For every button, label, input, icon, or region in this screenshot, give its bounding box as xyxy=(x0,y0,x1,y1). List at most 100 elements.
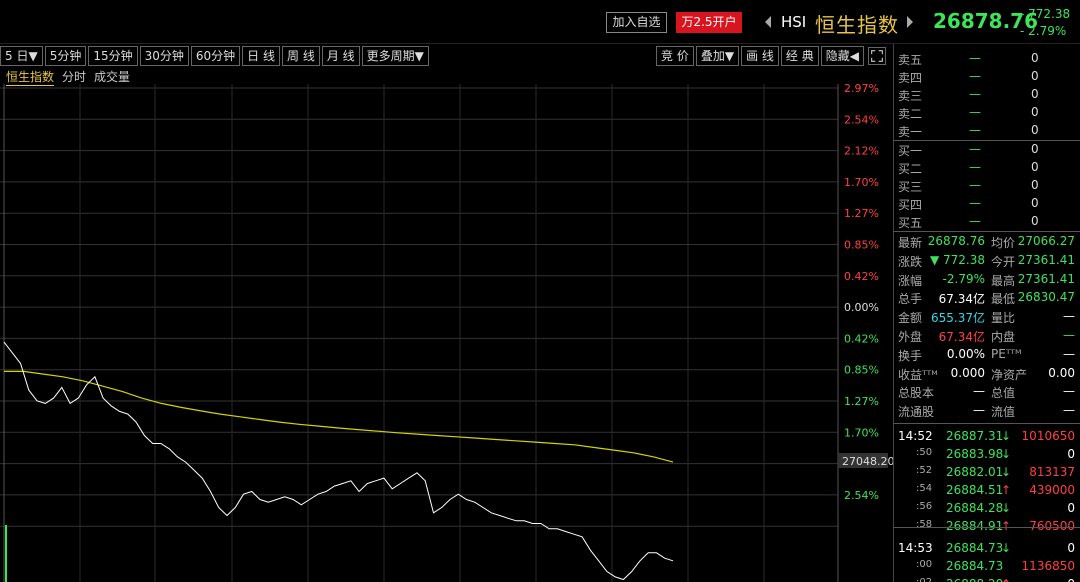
tick-time: :50 xyxy=(916,447,933,458)
tick-time: :00 xyxy=(916,559,933,570)
quote-value: 67.34亿 xyxy=(938,330,985,344)
axis-tick-label: 0.85% xyxy=(844,364,879,377)
tab-60min[interactable]: 60分钟 xyxy=(190,46,241,66)
quote-label: 量比 xyxy=(991,311,1016,326)
ask-row: 卖五 — 0 xyxy=(894,50,1080,68)
tick-time: :02 xyxy=(916,577,932,582)
tick-row: 14:53 26884.73 ↓ 0 xyxy=(894,540,1080,558)
axis-tick-label: 2.97% xyxy=(844,84,879,95)
tab-daily[interactable]: 日 线 xyxy=(242,46,280,66)
quote-panel: 卖五 — 0 卖四 — 0 卖三 — 0 卖二 — 0 卖一 — 0 买一 — 0 买二 … xyxy=(893,44,1080,582)
bid-price: — xyxy=(969,214,981,228)
tick-price: 26883.98 xyxy=(946,447,1004,461)
ask-label: 卖二 xyxy=(898,107,923,121)
quote-row: 流通股 — 流值 — xyxy=(894,402,1080,421)
tick-direction-icon: ↓ xyxy=(1001,429,1012,443)
bid-label: 买一 xyxy=(898,144,923,158)
tick-row: :54 26884.51 ↑ 439000 xyxy=(894,482,1080,500)
tick-price: 26884.28 xyxy=(946,501,1004,515)
chart-grid xyxy=(0,84,839,582)
bid-row: 买三 — 0 xyxy=(894,177,1080,195)
open-account-button[interactable]: 万2.5开户 xyxy=(676,12,742,33)
tab-5day[interactable]: 5 日▼ xyxy=(0,46,43,66)
cursor-value-label: 27048.20 xyxy=(842,455,893,468)
ask-label: 卖五 xyxy=(898,53,923,67)
quote-row: 总手 67.34亿 最低 26830.47 xyxy=(894,289,1080,308)
tab-5min[interactable]: 5分钟 xyxy=(44,46,87,66)
chart-tools: 竞 价 叠加▼ 画 线 经 典 隐藏◀ xyxy=(656,46,866,66)
overlay-button[interactable]: 叠加▼ xyxy=(695,46,740,66)
orderbook-divider xyxy=(893,140,1080,141)
hide-button[interactable]: 隐藏◀ xyxy=(820,46,864,66)
quote-value: — xyxy=(1063,309,1075,324)
bid-price: — xyxy=(969,142,981,156)
tab-30min[interactable]: 30分钟 xyxy=(139,46,189,66)
quote-label: 涨幅 xyxy=(898,273,923,288)
tick-direction-icon: ↓ xyxy=(1001,447,1012,461)
bid-row: 买一 — 0 xyxy=(894,141,1080,159)
quote-row: 最新 26878.76 均价 27066.27 xyxy=(894,233,1080,252)
fullscreen-icon[interactable] xyxy=(868,47,886,65)
axis-tick-label: 2.54% xyxy=(844,489,879,502)
next-arrow-icon[interactable] xyxy=(905,13,915,31)
tick-volume: 760500 xyxy=(1029,519,1075,533)
ask-row: 卖二 — 0 xyxy=(894,104,1080,122)
add-watchlist-button[interactable]: 加入自选 xyxy=(606,12,667,33)
tick-price: 26884.73 xyxy=(946,559,1004,573)
quote-value: — xyxy=(1063,328,1075,342)
axis-tick-label: 2.54% xyxy=(844,113,879,126)
tick-row: :02 26888.20 ↑ 0 xyxy=(894,576,1080,582)
bid-label: 买四 xyxy=(898,198,923,212)
auction-button[interactable]: 竞 价 xyxy=(656,46,694,66)
tab-more-periods[interactable]: 更多周期▼ xyxy=(361,46,429,66)
draw-line-button[interactable]: 画 线 xyxy=(741,46,779,66)
quote-label: 净资产 xyxy=(991,367,1028,382)
tick-time: :56 xyxy=(916,501,933,512)
quote-value: 27361.41 xyxy=(1017,252,1075,267)
tick-volume: 439000 xyxy=(1029,483,1075,497)
index-code: HSI xyxy=(781,13,807,31)
quote-value: 26830.47 xyxy=(1017,290,1075,305)
ask-price: — xyxy=(969,51,981,65)
classic-button[interactable]: 经 典 xyxy=(780,46,819,66)
axis-tick-label: 1.70% xyxy=(844,426,879,439)
tick-time: :52 xyxy=(916,465,933,476)
axis-tick-label: 0.42% xyxy=(844,270,879,283)
tick-time: :58 xyxy=(916,519,933,530)
bid-price: — xyxy=(969,160,981,174)
intraday-chart[interactable]: 2.97% 2.54% 2.12% 1.70% 1.27% 0.85% 0.42% 0.00%… xyxy=(0,84,893,582)
period-tabs: 5 日▼ 5分钟 15分钟 30分钟 60分钟 日 线 周 线 月 线 更多周期… xyxy=(0,46,431,66)
bid-label: 买二 xyxy=(898,162,923,176)
ask-label: 卖四 xyxy=(898,71,923,85)
quote-row: 涨跌 ▼ 772.38 今开 27361.41 xyxy=(894,252,1080,271)
ask-price: — xyxy=(969,69,981,83)
ask-volume: 0 xyxy=(1031,123,1039,137)
quote-value: — xyxy=(973,384,985,399)
tick-row: :50 26883.98 ↓ 0 xyxy=(894,446,1080,464)
quote-value: — xyxy=(973,403,985,418)
tick-direction-icon: ↑ xyxy=(1001,577,1011,582)
bid-volume: 0 xyxy=(1031,196,1039,210)
tab-weekly[interactable]: 周 线 xyxy=(282,46,320,66)
quote-label: 换手 xyxy=(898,348,923,363)
quote-label: 今开 xyxy=(991,254,1016,269)
quote-value: 0.00 xyxy=(1048,365,1075,380)
quote-label: 流通股 xyxy=(898,405,935,420)
quote-divider xyxy=(893,231,1080,232)
prev-arrow-icon[interactable] xyxy=(763,13,773,31)
quote-label: 最新 xyxy=(898,236,923,250)
tab-monthly[interactable]: 月 线 xyxy=(321,46,360,66)
quote-value: — xyxy=(1063,384,1075,399)
tick-price: 26887.31 xyxy=(946,429,1004,443)
tick-direction-icon: ↑ xyxy=(1001,483,1012,497)
bid-row: 买五 — 0 xyxy=(894,213,1080,231)
quote-value: ▼ 772.38 xyxy=(929,252,985,267)
tick-volume: 0 xyxy=(1067,577,1075,582)
axis-tick-label: 0.85% xyxy=(844,239,879,252)
quote-value: 26878.76 xyxy=(927,234,985,248)
tick-row: :52 26882.01 ↓ 813137 xyxy=(894,464,1080,482)
tab-15min[interactable]: 15分钟 xyxy=(88,46,138,66)
quote-label: 金额 xyxy=(898,311,923,326)
tick-direction-icon: ↓ xyxy=(1001,465,1012,479)
bid-row: 买四 — 0 xyxy=(894,195,1080,213)
